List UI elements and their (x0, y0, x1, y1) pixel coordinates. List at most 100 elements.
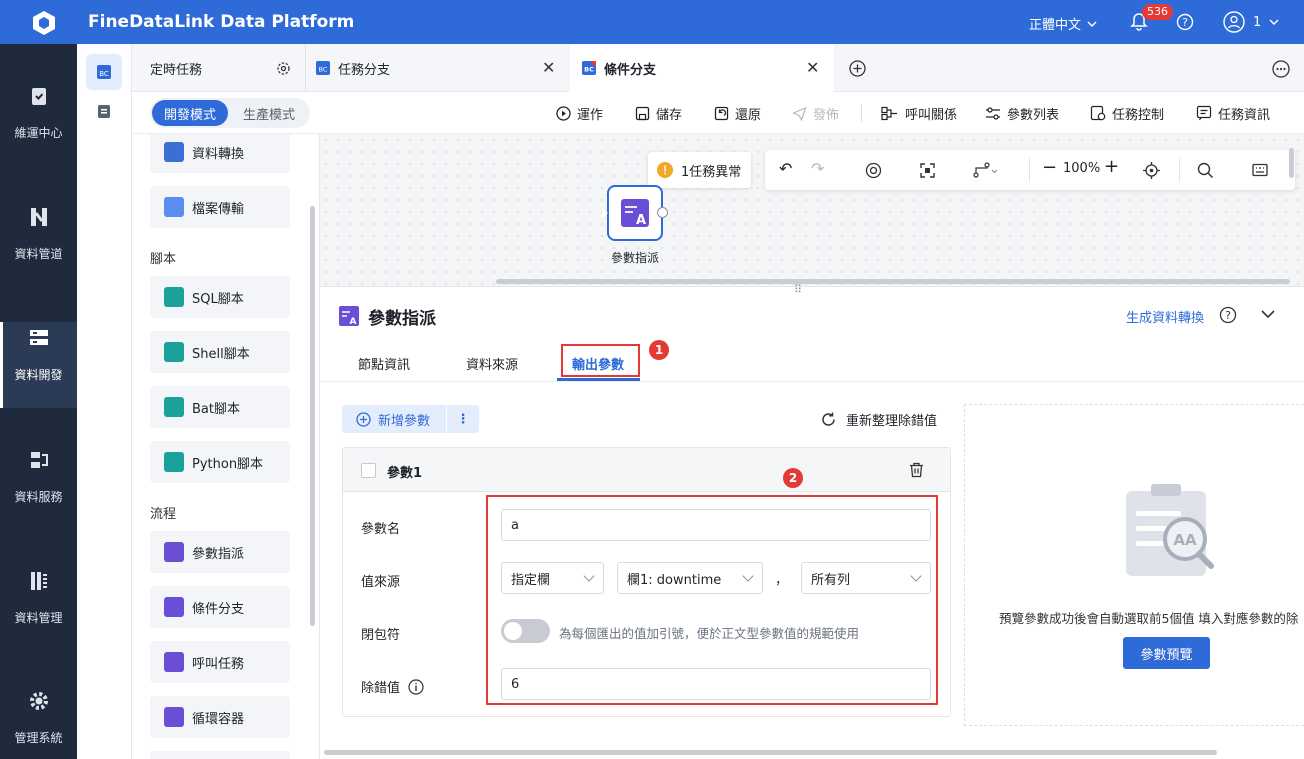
tab-label: 任務分支 (338, 62, 391, 78)
mode-switch: 開發模式 生產模式 (150, 98, 310, 128)
palette-item-shell[interactable]: Shell腳本 (150, 331, 290, 373)
palette-item-cond-branch[interactable]: 條件分支 (150, 586, 290, 628)
param-assign-icon: A (621, 199, 649, 228)
palette-item-call-task[interactable]: 呼叫任務 (150, 641, 290, 683)
run-button[interactable]: 運作 (556, 92, 603, 134)
svg-text:?: ? (1225, 309, 1231, 322)
zoom-in-icon[interactable]: + (1104, 156, 1119, 177)
layout-icon[interactable] (973, 162, 999, 178)
publish-button[interactable]: 發佈 (792, 92, 839, 134)
call-relation-button[interactable]: 呼叫關係 (881, 92, 957, 134)
divider (1029, 158, 1030, 182)
palette-item-python[interactable]: Python腳本 (150, 441, 290, 483)
svg-text:BC: BC (584, 66, 594, 74)
param-list-button[interactable]: 參數列表 (985, 92, 1059, 134)
tab-condition-branch[interactable]: BC 條件分支 ✕ (570, 44, 834, 92)
sub-nav: BC » (77, 44, 132, 759)
canvas-scrollbar[interactable] (496, 279, 1290, 284)
resize-handle[interactable]: ⠿ (794, 283, 804, 296)
undo-icon[interactable]: ↶ (779, 159, 792, 178)
help-icon[interactable]: ? (1176, 13, 1194, 31)
dev-mode-button[interactable]: 開發模式 (152, 100, 228, 126)
canvas-vscrollbar[interactable] (1289, 148, 1294, 178)
node-param-assign[interactable]: A (602, 185, 668, 241)
nav-item-system[interactable]: 管理系統 (0, 689, 77, 759)
warning-badge[interactable]: 1任務異常 (648, 152, 751, 188)
palette-item-transform[interactable]: 資料轉換 (150, 134, 290, 173)
task-info-button[interactable]: 任務資訊 (1196, 92, 1270, 134)
prod-mode-button[interactable]: 生產模式 (230, 100, 308, 126)
language-select[interactable]: 正體中文 (1029, 14, 1097, 33)
pipeline-icon (27, 205, 51, 229)
nav-item-service[interactable]: 資料服務 (0, 448, 77, 528)
panel-scrollbar[interactable] (324, 750, 1217, 755)
node-output-port[interactable] (657, 207, 668, 218)
fit-icon[interactable] (920, 163, 935, 178)
palette-label: 參數指派 (192, 546, 245, 562)
clipboard-icon[interactable] (96, 103, 112, 119)
nav-item-ops[interactable]: 維運中心 (0, 84, 77, 164)
tabs-divider (320, 381, 1304, 382)
keyboard-icon[interactable] (1252, 163, 1268, 177)
user-menu[interactable]: 1 (1223, 11, 1279, 33)
flow-canvas[interactable]: 1任務異常 ↶ ↷ − 100% + A 參數指派 (320, 134, 1304, 286)
palette-item-file[interactable]: 檔案傳輸 (150, 186, 290, 228)
palette-item-bat[interactable]: Bat腳本 (150, 386, 290, 428)
nav-label: 維運中心 (14, 126, 63, 140)
more-options-button[interactable]: ⋮ (447, 405, 479, 433)
task-control-icon (1090, 105, 1106, 121)
param-checkbox[interactable] (361, 463, 376, 478)
top-bar: FineDataLink Data Platform 正體中文 536 ? 1 (0, 0, 1304, 44)
plus-circle-icon (356, 411, 371, 427)
param-preview-button[interactable]: 參數預覽 (1123, 637, 1210, 669)
refresh-debug-button[interactable]: 重新整理除錯值 (820, 410, 937, 429)
locate-icon[interactable] (1143, 162, 1160, 179)
close-icon[interactable]: ✕ (542, 58, 555, 77)
palette-icon[interactable] (865, 162, 882, 179)
collapse-icon[interactable] (1261, 308, 1275, 320)
palette-label: 呼叫任務 (192, 656, 245, 672)
help-icon[interactable]: ? (1219, 306, 1237, 324)
bat-icon (164, 397, 184, 417)
redo-icon[interactable]: ↷ (811, 159, 824, 178)
empty-preview-icon: AA (1126, 484, 1214, 576)
palette-item-param-assign[interactable]: 參數指派 (150, 531, 290, 573)
settings-icon[interactable] (275, 60, 292, 77)
restore-button[interactable]: 還原 (714, 92, 761, 134)
logo-icon (30, 9, 58, 37)
run-label: 運作 (577, 107, 604, 123)
add-param-button[interactable]: 新增參數 (342, 405, 445, 433)
gen-transform-link[interactable]: 生成資料轉換 (1126, 307, 1204, 326)
annotation-badge-2: 2 (783, 468, 803, 488)
restore-icon (714, 106, 729, 120)
gear-icon (27, 689, 51, 713)
palette-item-sql[interactable]: SQL腳本 (150, 276, 290, 318)
close-icon[interactable]: ✕ (806, 58, 819, 77)
add-tab-icon[interactable] (849, 60, 866, 77)
nav-item-dev[interactable]: 資料開發 (0, 322, 77, 408)
tab-data-source[interactable]: 資料來源 (466, 354, 518, 373)
task-control-button[interactable]: 任務控制 (1090, 92, 1164, 134)
tab-task-branch[interactable]: BC 任務分支 ✕ (306, 44, 570, 92)
task-icon: BC (582, 61, 596, 75)
search-icon[interactable] (1197, 162, 1214, 179)
task-list-icon[interactable]: BC (86, 54, 122, 90)
data-manage-icon (27, 569, 51, 593)
zoom-out-icon[interactable]: − (1042, 157, 1057, 178)
save-label: 儲存 (656, 107, 683, 123)
trash-icon[interactable] (909, 462, 924, 478)
tab-scheduled[interactable]: 定時任務 (132, 44, 306, 92)
nav-label: 資料服務 (14, 490, 63, 504)
palette-label: SQL腳本 (192, 291, 244, 307)
palette-item-partial[interactable] (150, 751, 290, 759)
svg-text:?: ? (1182, 16, 1188, 29)
info-icon[interactable] (408, 678, 424, 695)
tab-node-info[interactable]: 節點資訊 (358, 354, 410, 373)
nav-item-pipeline[interactable]: 資料管道 (0, 205, 77, 285)
palette-scrollbar[interactable] (310, 206, 315, 626)
nav-item-data-manage[interactable]: 資料管理 (0, 569, 77, 649)
palette-item-loop[interactable]: 循環容器 (150, 696, 290, 738)
node-input-port[interactable] (602, 208, 608, 218)
save-button[interactable]: 儲存 (635, 92, 682, 134)
more-icon[interactable] (1272, 60, 1290, 78)
